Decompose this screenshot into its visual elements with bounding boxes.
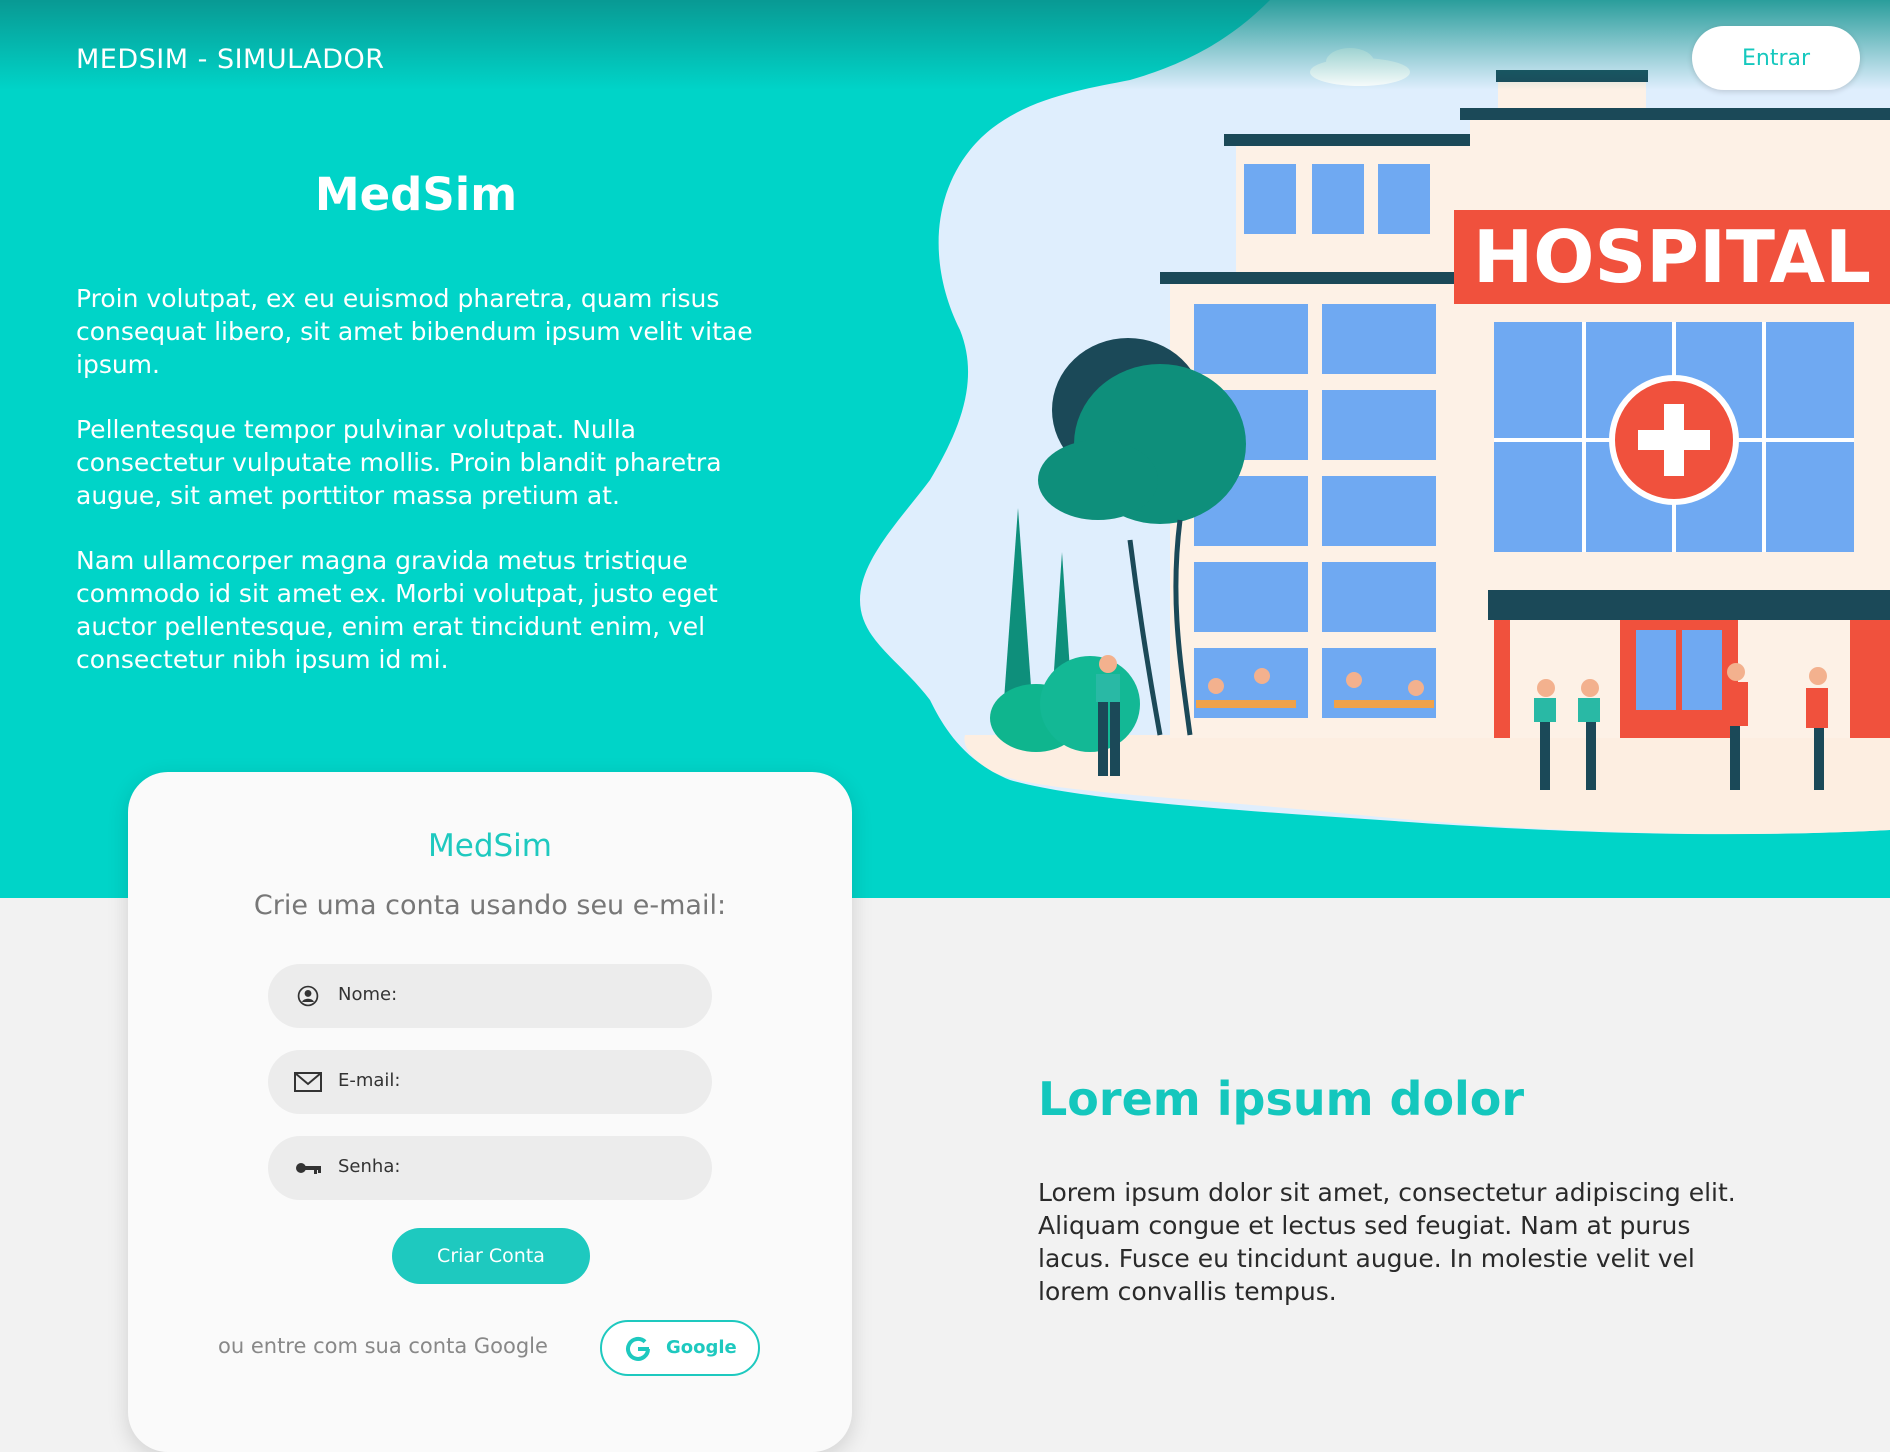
key-icon — [296, 1163, 321, 1174]
signup-title: MedSim — [428, 828, 552, 864]
signup-subtitle: Crie uma conta usando seu e-mail: — [253, 890, 727, 921]
email-field[interactable]: E-mail: — [268, 1050, 712, 1114]
password-field[interactable]: Senha: — [268, 1136, 712, 1200]
google-prompt: ou entre com sua conta Google — [218, 1334, 548, 1358]
brand-logo-text[interactable]: MEDSIM - SIMULADOR — [76, 44, 385, 75]
email-field-label: E-mail: — [338, 1070, 401, 1091]
login-button[interactable]: Entrar — [1692, 26, 1860, 90]
signup-card: MedSim Crie uma conta usando seu e-mail:… — [128, 772, 852, 1452]
section-text: Lorem ipsum dolor sit amet, consectetur … — [1038, 1178, 1736, 1306]
create-account-button[interactable]: Criar Conta — [392, 1228, 590, 1284]
envelope-icon — [294, 1072, 322, 1092]
section-title: Lorem ipsum dolor — [1038, 1072, 1525, 1126]
hero-section: HOSPITAL MEDSIM - SIMULADOR Entrar MedSi… — [0, 0, 1890, 898]
hospital-sign-text: HOSPITAL — [1473, 215, 1871, 299]
name-field-label: Nome: — [338, 984, 398, 1005]
hero-description: Proin volutpat, ex eu euismod pharetra, … — [76, 282, 776, 708]
hero-paragraph: Pellentesque tempor pulvinar volutpat. N… — [76, 415, 722, 510]
google-button-label: Google — [666, 1337, 737, 1358]
name-field[interactable]: Nome: — [268, 964, 712, 1028]
user-circle-icon — [297, 985, 319, 1007]
hero-paragraph: Proin volutpat, ex eu euismod pharetra, … — [76, 284, 753, 379]
hero-title: MedSim — [314, 168, 518, 221]
google-login-button[interactable]: Google — [600, 1320, 760, 1376]
google-icon — [626, 1336, 650, 1361]
hero-paragraph: Nam ullamcorper magna gravida metus tris… — [76, 546, 718, 674]
password-field-label: Senha: — [338, 1156, 401, 1177]
